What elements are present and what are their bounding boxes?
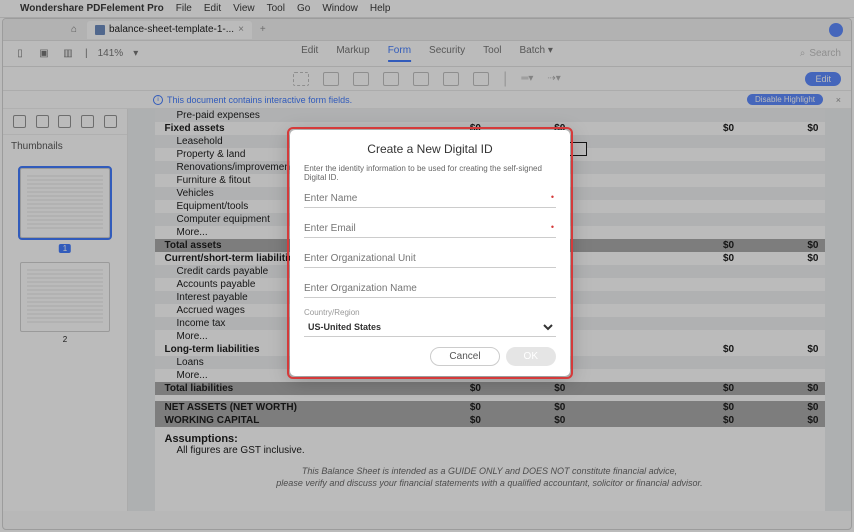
country-select[interactable]: US-United States bbox=[304, 317, 556, 337]
email-input[interactable] bbox=[304, 219, 556, 238]
name-input[interactable] bbox=[304, 189, 556, 208]
digital-id-modal: Create a New Digital ID Enter the identi… bbox=[290, 130, 570, 376]
required-icon: • bbox=[551, 192, 554, 202]
required-icon: • bbox=[551, 222, 554, 232]
org-unit-input[interactable] bbox=[304, 249, 556, 268]
org-name-input[interactable] bbox=[304, 279, 556, 298]
country-label: Country/Region bbox=[304, 308, 556, 317]
